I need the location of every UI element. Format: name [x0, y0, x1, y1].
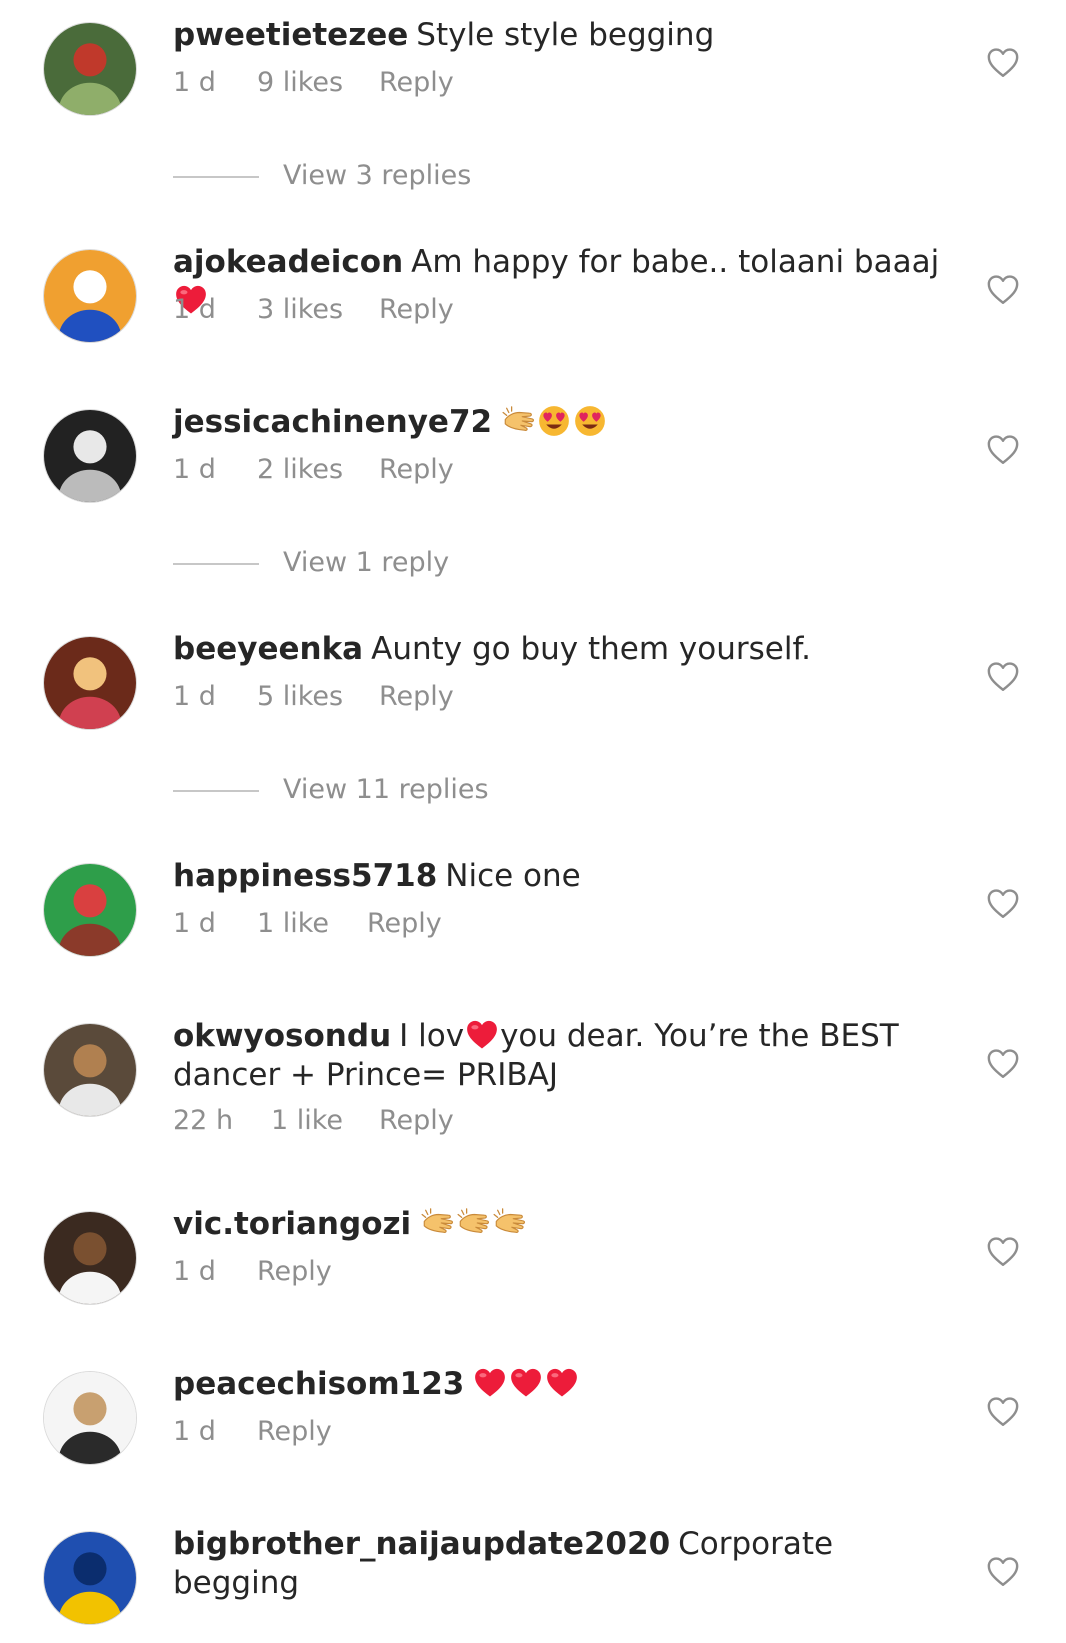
- like-heart-icon[interactable]: [986, 273, 1020, 307]
- reply-button[interactable]: Reply: [379, 293, 454, 327]
- view-replies-label[interactable]: View 3 replies: [283, 160, 471, 191]
- clapping-hands-emoji-icon: [501, 404, 535, 438]
- comment-timestamp: 1 d: [173, 294, 216, 325]
- comment-username[interactable]: peacechisom123: [173, 1366, 464, 1402]
- comment-timestamp: 1 d: [173, 1416, 216, 1447]
- replies-divider: [173, 789, 259, 792]
- red-heart-emoji-icon: [465, 1018, 499, 1052]
- comment-text: okwyosondu I lov you dear. You’re the BEST…: [173, 1017, 943, 1095]
- comment-timestamp: 1 d: [173, 681, 216, 712]
- comment-likes-count[interactable]: 1 like: [271, 1104, 343, 1138]
- comment-body: jessicachinenye72 1 d 2 likes Reply: [173, 403, 943, 485]
- view-replies-label[interactable]: View 1 reply: [283, 547, 449, 578]
- comment-body: okwyosondu I lov you dear. You’re the BEST…: [173, 1017, 943, 1136]
- comment-timestamp: 1 d: [173, 908, 216, 939]
- comment-message: Aunty go buy them yourself.: [371, 631, 811, 667]
- comment-username[interactable]: jessicachinenye72: [173, 404, 492, 440]
- comment-username[interactable]: beeyeenka: [173, 631, 363, 667]
- avatar[interactable]: [43, 863, 137, 957]
- comment-text: bigbrother_naijaupdate2020 Corporate begg…: [173, 1525, 943, 1603]
- like-heart-icon[interactable]: [986, 660, 1020, 694]
- reply-button[interactable]: Reply: [379, 1104, 454, 1138]
- comment-text: beeyeenka Aunty go buy them yourself.: [173, 630, 943, 669]
- comment-body: ajokeadeicon Am happy for babe.. tolaani …: [173, 243, 943, 325]
- clapping-hands-emoji-icon: [492, 1206, 526, 1240]
- comment-body: bigbrother_naijaupdate2020 Corporate begg…: [173, 1525, 943, 1603]
- like-heart-icon[interactable]: [986, 433, 1020, 467]
- avatar[interactable]: [43, 1211, 137, 1305]
- heart-eyes-face-emoji-icon: [573, 404, 607, 438]
- comment-text: vic.toriangozi: [173, 1205, 943, 1244]
- avatar[interactable]: [43, 409, 137, 503]
- view-replies-button[interactable]: View 3 replies: [173, 158, 471, 194]
- like-heart-icon[interactable]: [986, 1047, 1020, 1081]
- reply-button[interactable]: Reply: [379, 453, 454, 487]
- comment-timestamp: 1 d: [173, 1256, 216, 1287]
- comment-body: pweetietezee Style style begging 1 d 9 like…: [173, 16, 943, 98]
- like-heart-icon[interactable]: [986, 1235, 1020, 1269]
- clapping-hands-emoji-icon: [456, 1206, 490, 1240]
- reply-button[interactable]: Reply: [257, 1415, 332, 1449]
- comment-message: Nice one: [445, 858, 581, 894]
- comment-body: happiness5718 Nice one 1 d 1 like Reply: [173, 857, 943, 939]
- avatar[interactable]: [43, 1531, 137, 1625]
- comment-username[interactable]: ajokeadeicon: [173, 244, 403, 280]
- like-heart-icon[interactable]: [986, 46, 1020, 80]
- comment-timestamp: 22 h: [173, 1105, 234, 1136]
- comment-body: peacechisom123 1 d Reply: [173, 1365, 943, 1447]
- comment-timestamp: 1 d: [173, 454, 216, 485]
- replies-divider: [173, 562, 259, 565]
- view-replies-label[interactable]: View 11 replies: [283, 774, 489, 805]
- reply-button[interactable]: Reply: [367, 907, 442, 941]
- red-heart-emoji-icon: [509, 1366, 543, 1400]
- like-heart-icon[interactable]: [986, 887, 1020, 921]
- view-replies-button[interactable]: View 1 reply: [173, 545, 449, 581]
- like-heart-icon[interactable]: [986, 1395, 1020, 1429]
- avatar[interactable]: [43, 22, 137, 116]
- comment-username[interactable]: vic.toriangozi: [173, 1206, 411, 1242]
- comment-body: vic.toriangozi 1 d Reply: [173, 1205, 943, 1287]
- comment-likes-count[interactable]: 2 likes: [257, 453, 343, 487]
- comment-likes-count[interactable]: 3 likes: [257, 293, 343, 327]
- avatar[interactable]: [43, 1371, 137, 1465]
- reply-button[interactable]: Reply: [379, 680, 454, 714]
- view-replies-button[interactable]: View 11 replies: [173, 772, 489, 808]
- heart-eyes-face-emoji-icon: [537, 404, 571, 438]
- reply-button[interactable]: Reply: [379, 66, 454, 100]
- red-heart-emoji-icon: [473, 1366, 507, 1400]
- comment-text: pweetietezee Style style begging: [173, 16, 943, 55]
- comment-text: happiness5718 Nice one: [173, 857, 943, 896]
- red-heart-emoji-icon: [545, 1366, 579, 1400]
- comment-username[interactable]: bigbrother_naijaupdate2020: [173, 1526, 670, 1562]
- comment-text: jessicachinenye72: [173, 403, 943, 442]
- comment-body: beeyeenka Aunty go buy them yourself. 1 d 5…: [173, 630, 943, 712]
- comment-username[interactable]: pweetietezee: [173, 17, 408, 53]
- comment-text: peacechisom123: [173, 1365, 943, 1404]
- comment-likes-count[interactable]: 1 like: [257, 907, 329, 941]
- comment-message: Am happy for babe.. tolaani baaaj: [411, 244, 940, 280]
- like-heart-icon[interactable]: [986, 1555, 1020, 1589]
- comment-message: Style style begging: [416, 17, 715, 53]
- comments-list: pweetietezee Style style begging 1 d 9 like…: [0, 0, 1066, 1643]
- replies-divider: [173, 175, 259, 178]
- comment-text-part: I lov: [399, 1018, 465, 1054]
- reply-button[interactable]: Reply: [257, 1255, 332, 1289]
- comment-likes-count[interactable]: 5 likes: [257, 680, 343, 714]
- comment-username[interactable]: okwyosondu: [173, 1018, 391, 1054]
- comment-timestamp: 1 d: [173, 67, 216, 98]
- comment-username[interactable]: happiness5718: [173, 858, 437, 894]
- avatar[interactable]: [43, 249, 137, 343]
- clapping-hands-emoji-icon: [420, 1206, 454, 1240]
- avatar[interactable]: [43, 636, 137, 730]
- comment-likes-count[interactable]: 9 likes: [257, 66, 343, 100]
- avatar[interactable]: [43, 1023, 137, 1117]
